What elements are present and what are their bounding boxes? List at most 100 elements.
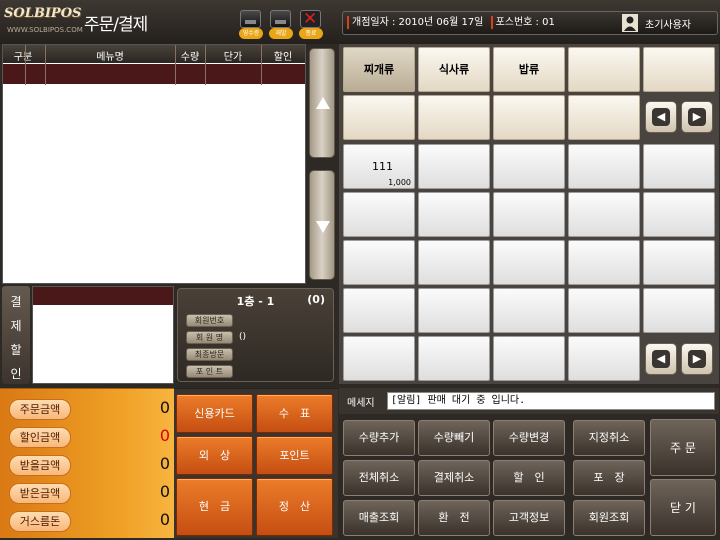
arrow-right-icon: ▶	[688, 350, 706, 368]
col-discount: 할인	[273, 52, 293, 63]
arrow-up-icon	[316, 97, 330, 109]
category-stew-button[interactable]: 찌개류	[343, 47, 415, 92]
category-prev-button[interactable]: ◀	[645, 101, 677, 133]
exit-button[interactable]: 종료	[297, 8, 325, 39]
table-name: 1층 - 1 (0)	[178, 293, 333, 309]
credit-card-button[interactable]: 신용카드	[176, 394, 253, 433]
menu-item-button[interactable]	[568, 144, 640, 189]
menu-item-button[interactable]	[343, 288, 415, 333]
reprint-label: 재발	[269, 28, 293, 39]
table-row[interactable]	[3, 64, 305, 84]
cancel-payment-button[interactable]: 결제취소	[418, 460, 490, 496]
member-number-label: 회원번호	[186, 314, 233, 327]
change-label: 거스름돈	[9, 511, 71, 532]
discount-list-header	[33, 287, 173, 305]
menu-item-button[interactable]	[343, 336, 415, 381]
col-type: 구분	[13, 52, 33, 63]
menu-item-button[interactable]	[643, 240, 715, 285]
member-name-value: ()	[239, 332, 247, 342]
exit-label: 종료	[299, 28, 323, 39]
order-button[interactable]: 주 문	[650, 419, 716, 476]
qty-subtract-button[interactable]: 수량빼기	[418, 420, 490, 456]
menu-item-button[interactable]	[568, 288, 640, 333]
category-empty-button[interactable]	[568, 95, 640, 140]
menu-item-button[interactable]	[493, 288, 565, 333]
arrow-down-icon	[316, 221, 330, 233]
menu-item-button[interactable]	[418, 288, 490, 333]
menu-item-button[interactable]	[343, 192, 415, 237]
user-icon	[622, 14, 638, 32]
message-label: 메세지	[347, 398, 375, 409]
menu-item-button[interactable]	[643, 288, 715, 333]
label-char: 결	[10, 295, 22, 309]
scroll-up-button[interactable]	[309, 48, 335, 158]
menu-item-button[interactable]	[568, 336, 640, 381]
scroll-down-button[interactable]	[309, 170, 335, 280]
menu-item-button[interactable]: 111 1,000	[343, 144, 415, 189]
menu-item-button[interactable]	[493, 144, 565, 189]
menu-item-button[interactable]	[493, 240, 565, 285]
category-empty-button[interactable]	[568, 47, 640, 92]
member-name-label: 회 원 명	[186, 331, 233, 344]
menu-item-button[interactable]	[418, 240, 490, 285]
menu-next-button[interactable]: ▶	[681, 343, 713, 375]
category-rice-button[interactable]: 밥류	[493, 47, 565, 92]
close-icon	[300, 9, 321, 29]
category-empty-button[interactable]	[643, 47, 715, 92]
member-inquiry-button[interactable]: 회원조회	[573, 500, 645, 536]
order-list[interactable]: 구분 메뉴명 수량 단가 할인	[2, 44, 306, 284]
cancel-all-button[interactable]: 전체취소	[343, 460, 415, 496]
discount-list[interactable]	[32, 286, 174, 384]
table-info-panel: 1층 - 1 (0) 회원번호 회 원 명 () 최종방문 포 인 트	[177, 288, 334, 382]
exchange-button[interactable]: 환 전	[418, 500, 490, 536]
qty-add-button[interactable]: 수량추가	[343, 420, 415, 456]
cash-button[interactable]: 현 금	[176, 478, 253, 536]
category-meal-button[interactable]: 식사류	[418, 47, 490, 92]
customer-info-button[interactable]: 고객정보	[493, 500, 565, 536]
menu-item-button[interactable]	[493, 336, 565, 381]
sales-inquiry-button[interactable]: 매출조회	[343, 500, 415, 536]
category-empty-button[interactable]	[418, 95, 490, 140]
change-value: 0	[159, 510, 170, 529]
menu-item-button[interactable]	[643, 192, 715, 237]
message-text: [알림] 판매 대기 중 입니다.	[387, 392, 715, 410]
reprint-button[interactable]: 재발	[267, 8, 295, 39]
category-next-button[interactable]: ▶	[681, 101, 713, 133]
credit-account-button[interactable]: 외 상	[176, 436, 253, 475]
category-empty-button[interactable]	[343, 95, 415, 140]
receipt-print-button[interactable]: 영수증	[237, 8, 265, 39]
label-char: 제	[10, 319, 22, 333]
menu-item-button[interactable]	[568, 192, 640, 237]
menu-item-button[interactable]	[418, 144, 490, 189]
menu-item-button[interactable]	[418, 192, 490, 237]
arrow-left-icon: ◀	[652, 350, 670, 368]
payment-buttons: 신용카드 수 표 외 상 포인트 현 금 정 산	[174, 388, 338, 538]
receipt-print-label: 영수증	[239, 28, 263, 39]
qty-change-button[interactable]: 수량변경	[493, 420, 565, 456]
takeout-button[interactable]: 포 장	[573, 460, 645, 496]
logo-url: WWW.SOLBIPOS.COM	[7, 26, 83, 34]
check-button[interactable]: 수 표	[256, 394, 333, 433]
menu-item-button[interactable]	[568, 240, 640, 285]
discount-button[interactable]: 할 인	[493, 460, 565, 496]
order-amount-label: 주문금액	[9, 399, 71, 420]
label-char: 할	[10, 343, 22, 357]
menu-item-button[interactable]	[643, 144, 715, 189]
amount-due-value: 0	[159, 454, 170, 473]
points-label: 포 인 트	[186, 365, 233, 378]
message-bar: 메세지 [알림] 판매 대기 중 입니다.	[339, 388, 719, 414]
amount-due-label: 받을금액	[9, 455, 71, 476]
menu-item-button[interactable]	[343, 240, 415, 285]
menu-item-button[interactable]	[418, 336, 490, 381]
totals-panel: 주문금액 0 할인금액 0 받을금액 0 받은금액 0 거스름돈 0	[0, 388, 174, 538]
order-amount-value: 0	[159, 398, 170, 417]
amount-received-label: 받은금액	[9, 483, 71, 504]
category-empty-button[interactable]	[493, 95, 565, 140]
close-button[interactable]: 닫 기	[650, 479, 716, 536]
col-qty: 수량	[180, 52, 200, 63]
points-button[interactable]: 포인트	[256, 436, 333, 475]
menu-prev-button[interactable]: ◀	[645, 343, 677, 375]
cancel-selected-button[interactable]: 지정취소	[573, 420, 645, 456]
settle-button[interactable]: 정 산	[256, 478, 333, 536]
menu-item-button[interactable]	[493, 192, 565, 237]
